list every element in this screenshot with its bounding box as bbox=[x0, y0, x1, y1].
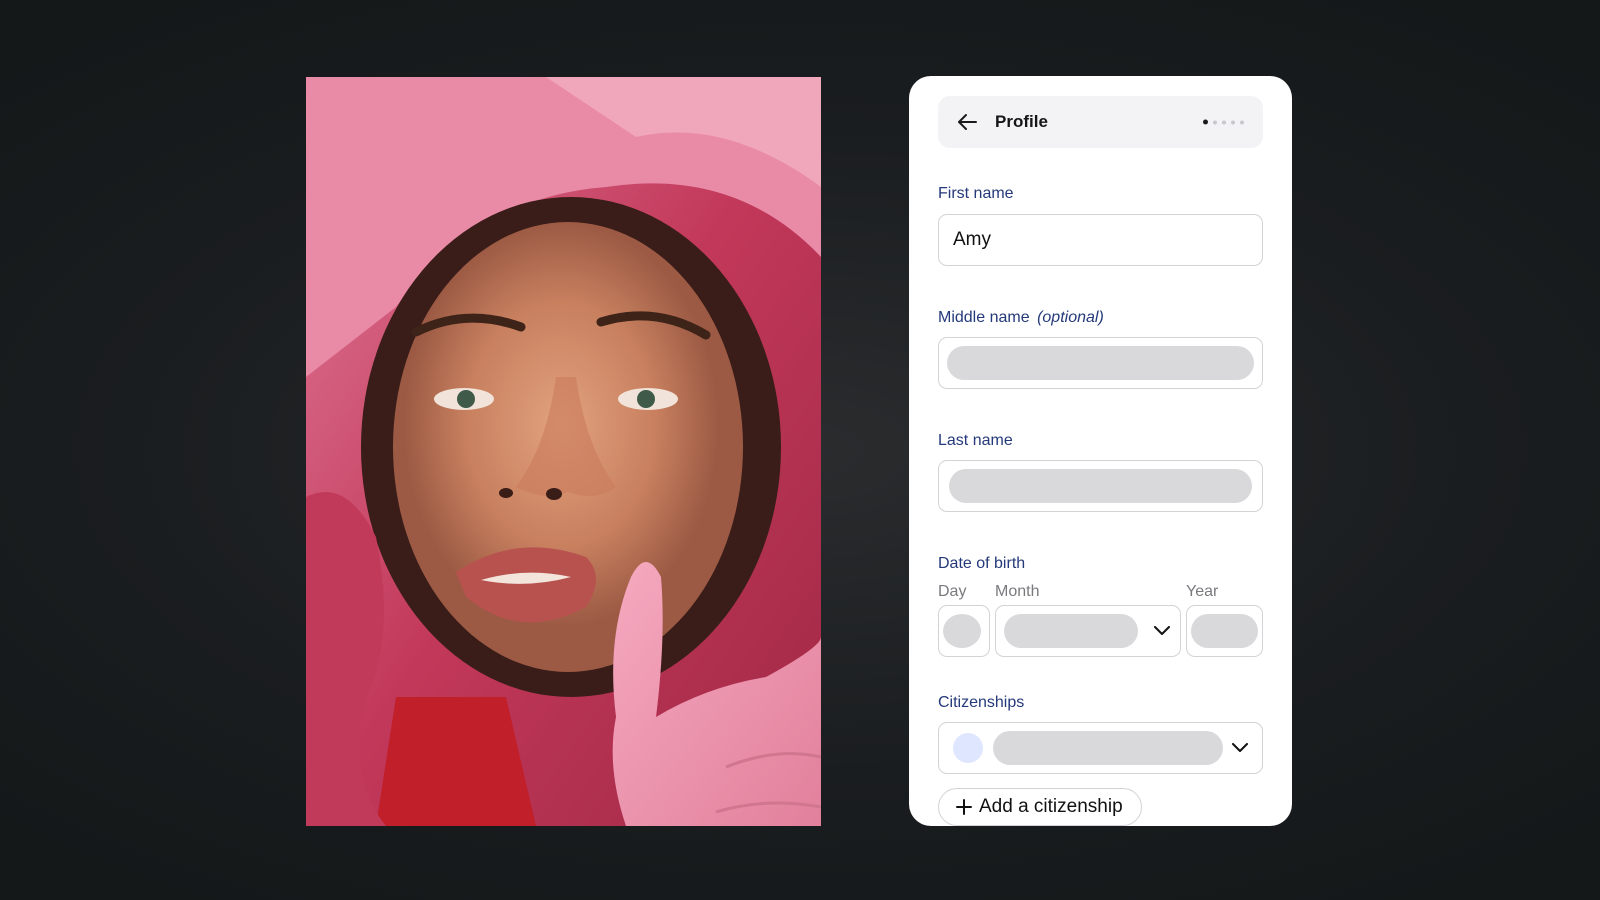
first-name-label: First name bbox=[938, 185, 1014, 202]
back-arrow-icon[interactable] bbox=[956, 111, 978, 133]
last-name-skeleton bbox=[949, 469, 1252, 503]
dob-sublabels: Day Month Year bbox=[938, 583, 1263, 601]
profile-form-card: Profile First name Amy Middle name (opti… bbox=[909, 76, 1292, 826]
day-label: Day bbox=[938, 583, 967, 600]
year-skeleton bbox=[1191, 614, 1258, 648]
day-input[interactable] bbox=[938, 605, 990, 657]
plus-icon bbox=[955, 798, 973, 816]
month-label: Month bbox=[995, 583, 1040, 600]
year-input[interactable] bbox=[1186, 605, 1263, 657]
add-citizenship-label: Add a citizenship bbox=[979, 796, 1123, 817]
first-name-input[interactable]: Amy bbox=[938, 214, 1263, 266]
citizenship-skeleton bbox=[993, 731, 1223, 765]
chevron-down-icon bbox=[1230, 738, 1250, 758]
middle-name-skeleton bbox=[947, 346, 1254, 380]
add-citizenship-button[interactable]: Add a citizenship bbox=[938, 788, 1142, 826]
first-name-value: Amy bbox=[953, 229, 991, 250]
citizenships-field: Citizenships Add a citizenship bbox=[938, 693, 1263, 826]
chevron-down-icon bbox=[1152, 621, 1172, 641]
flag-placeholder-icon bbox=[953, 733, 983, 763]
last-name-input[interactable] bbox=[938, 460, 1263, 512]
year-label: Year bbox=[1186, 583, 1219, 600]
dob-inputs bbox=[938, 605, 1263, 657]
step-dot bbox=[1213, 120, 1217, 124]
last-name-label: Last name bbox=[938, 432, 1013, 449]
profile-header: Profile bbox=[938, 96, 1263, 148]
step-dot-active bbox=[1203, 119, 1208, 125]
step-dot bbox=[1231, 120, 1235, 124]
date-of-birth-label: Date of birth bbox=[938, 555, 1026, 572]
middle-name-label-row: Middle name (optional) bbox=[938, 308, 1263, 328]
step-dot bbox=[1222, 120, 1226, 124]
last-name-field: Last name bbox=[938, 431, 1263, 512]
middle-name-input[interactable] bbox=[938, 337, 1263, 389]
portrait-illustration bbox=[306, 77, 821, 826]
first-name-field: First name Amy bbox=[938, 184, 1263, 266]
citizenships-label: Citizenships bbox=[938, 694, 1025, 711]
step-progress-indicator bbox=[1203, 119, 1244, 125]
citizenship-select[interactable] bbox=[938, 722, 1263, 774]
optional-note: (optional) bbox=[1037, 309, 1104, 326]
profile-photo bbox=[306, 77, 821, 826]
step-dot bbox=[1240, 120, 1244, 124]
month-select[interactable] bbox=[995, 605, 1181, 657]
middle-name-field: Middle name (optional) bbox=[938, 308, 1263, 389]
middle-name-label: Middle name bbox=[938, 309, 1030, 326]
date-of-birth-field: Date of birth Day Month Year bbox=[938, 554, 1263, 657]
month-skeleton bbox=[1004, 614, 1138, 648]
day-skeleton bbox=[943, 614, 981, 648]
page-title: Profile bbox=[995, 112, 1048, 131]
